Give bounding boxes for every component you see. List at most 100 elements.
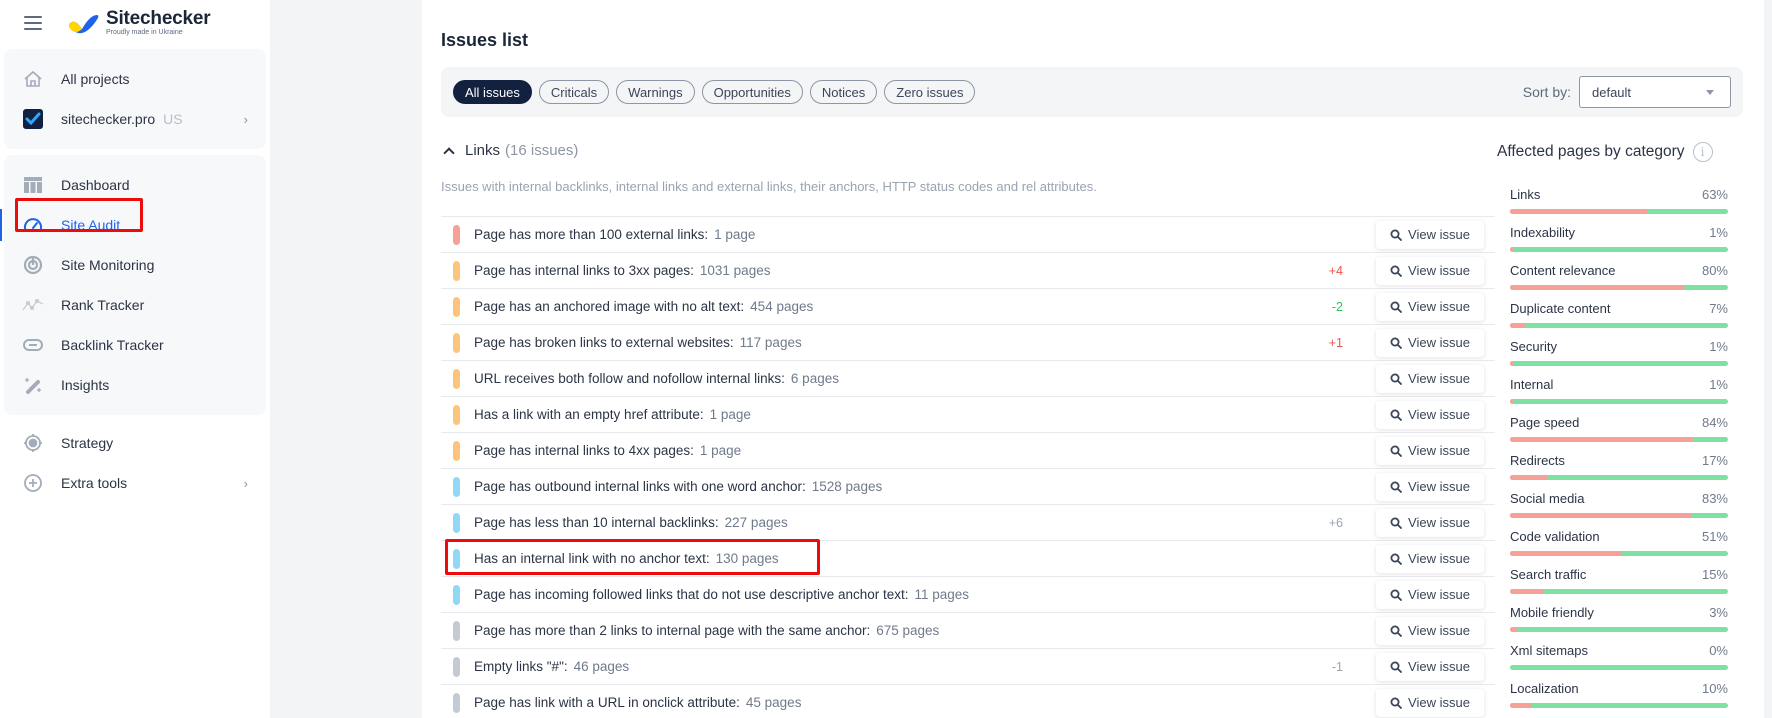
category-progress-fill bbox=[1510, 513, 1691, 518]
issue-title: Page has an anchored image with no alt t… bbox=[474, 299, 745, 314]
issues-panel: Issues list All issues Criticals Warnings O… bbox=[422, 0, 1764, 718]
view-issue-button[interactable]: View issue bbox=[1376, 436, 1484, 465]
category-progress-bar bbox=[1510, 361, 1728, 366]
category-item: Internal 1% bbox=[1510, 377, 1728, 415]
view-issue-button[interactable]: View issue bbox=[1376, 544, 1484, 573]
category-item: Search traffic 15% bbox=[1510, 567, 1728, 605]
issue-row[interactable]: Page has less than 10 internal backlinks… bbox=[441, 505, 1495, 541]
view-issue-button[interactable]: View issue bbox=[1376, 616, 1484, 645]
view-issue-button[interactable]: View issue bbox=[1376, 400, 1484, 429]
view-issue-label: View issue bbox=[1408, 587, 1470, 602]
issue-row[interactable]: Page has outbound internal links with on… bbox=[441, 469, 1495, 505]
issue-title: Page has broken links to external websit… bbox=[474, 335, 734, 350]
filter-chip-warnings[interactable]: Warnings bbox=[616, 80, 695, 104]
view-issue-button[interactable]: View issue bbox=[1376, 364, 1484, 393]
view-issue-button[interactable]: View issue bbox=[1376, 652, 1484, 681]
view-issue-button[interactable]: View issue bbox=[1376, 292, 1484, 321]
issue-row[interactable]: Page has more than 100 external links: 1 … bbox=[441, 217, 1495, 253]
filter-chip-opportunities[interactable]: Opportunities bbox=[701, 80, 803, 104]
category-progress-bar bbox=[1510, 437, 1728, 442]
category-percent: 80% bbox=[1701, 263, 1728, 278]
sidebar: Sitechecker Proudly made in Ukraine All … bbox=[0, 0, 270, 718]
section-toggle-links[interactable]: Links (16 issues) bbox=[443, 142, 579, 159]
sort-select[interactable]: default bbox=[1579, 76, 1731, 108]
issue-row[interactable]: Page has incoming followed links that do… bbox=[441, 577, 1495, 613]
sidebar-item-site-monitoring[interactable]: Site Monitoring bbox=[4, 245, 266, 285]
category-item: Content relevance 80% bbox=[1510, 263, 1728, 301]
sidebar-item-extra-tools[interactable]: Extra tools › bbox=[0, 463, 270, 503]
issue-page-count: 46 pages bbox=[573, 659, 630, 674]
sidebar-item-rank-tracker[interactable]: Rank Tracker bbox=[4, 285, 266, 325]
view-issue-button[interactable]: View issue bbox=[1376, 580, 1484, 609]
sidebar-item-insights[interactable]: Insights bbox=[4, 365, 266, 405]
issue-title: Page has internal links to 3xx pages: bbox=[474, 263, 694, 278]
category-progress-fill bbox=[1510, 247, 1514, 252]
issue-row[interactable]: Page has more than 2 links to internal p… bbox=[441, 613, 1495, 649]
issue-row[interactable]: Page has internal links to 4xx pages: 1 p… bbox=[441, 433, 1495, 469]
issue-delta: +6 bbox=[1328, 515, 1343, 530]
dashboard-icon bbox=[22, 174, 44, 196]
category-item: Page speed 84% bbox=[1510, 415, 1728, 453]
view-issue-button[interactable]: View issue bbox=[1376, 220, 1484, 249]
issue-row[interactable]: Empty links "#": 46 pages -1 View issue bbox=[441, 649, 1495, 685]
issues-list: Page has more than 100 external links: 1 … bbox=[441, 216, 1495, 718]
view-issue-button[interactable]: View issue bbox=[1376, 256, 1484, 285]
sidebar-item-strategy[interactable]: Strategy bbox=[0, 423, 270, 463]
issue-title: Has a link with an empty href attribute: bbox=[474, 407, 704, 422]
view-issue-label: View issue bbox=[1408, 551, 1470, 566]
sidebar-item-site-audit[interactable]: Site Audit bbox=[0, 205, 266, 245]
section-count: (16 issues) bbox=[505, 142, 579, 159]
issue-row[interactable]: Page has an anchored image with no alt t… bbox=[441, 289, 1495, 325]
filter-chip-criticals[interactable]: Criticals bbox=[538, 80, 610, 104]
category-percent: 10% bbox=[1701, 681, 1728, 696]
issue-row[interactable]: URL receives both follow and nofollow in… bbox=[441, 361, 1495, 397]
view-issue-button[interactable]: View issue bbox=[1376, 328, 1484, 357]
sidebar-item-label: Dashboard bbox=[61, 177, 130, 193]
category-name: Security bbox=[1510, 339, 1557, 354]
category-percent: 7% bbox=[1709, 301, 1728, 316]
category-name: Mobile friendly bbox=[1510, 605, 1594, 620]
view-issue-button[interactable]: View issue bbox=[1376, 472, 1484, 501]
issue-page-count: 130 pages bbox=[715, 551, 779, 566]
sidebar-item-all-projects[interactable]: All projects bbox=[4, 59, 266, 99]
brand-name: Sitechecker bbox=[106, 8, 211, 29]
category-percent: 1% bbox=[1709, 225, 1728, 240]
category-name: Code validation bbox=[1510, 529, 1600, 544]
sidebar-item-backlink-tracker[interactable]: Backlink Tracker bbox=[4, 325, 266, 365]
issue-page-count: 1031 pages bbox=[699, 263, 771, 278]
logo[interactable]: Sitechecker Proudly made in Ukraine bbox=[66, 8, 211, 37]
category-progress-fill bbox=[1510, 551, 1622, 556]
filter-chip-all-issues[interactable]: All issues bbox=[453, 80, 532, 104]
issue-delta: -2 bbox=[1331, 299, 1343, 314]
category-progress-bar bbox=[1510, 209, 1728, 214]
issue-row[interactable]: Has an internal link with no anchor text… bbox=[441, 541, 1495, 577]
search-icon bbox=[1390, 661, 1402, 673]
category-percent: 0% bbox=[1709, 643, 1728, 658]
nav-lower-group: Strategy Extra tools › bbox=[0, 415, 270, 503]
issue-page-count: 117 pages bbox=[739, 335, 802, 350]
view-issue-button[interactable]: View issue bbox=[1376, 508, 1484, 537]
search-icon bbox=[1390, 301, 1402, 313]
plus-circle-icon bbox=[22, 472, 44, 494]
hamburger-menu-icon[interactable] bbox=[24, 16, 42, 30]
view-issue-button[interactable]: View issue bbox=[1376, 688, 1484, 717]
category-progress-fill bbox=[1510, 475, 1548, 480]
category-percent: 1% bbox=[1709, 377, 1728, 392]
issue-row[interactable]: Has a link with an empty href attribute:… bbox=[441, 397, 1495, 433]
sidebar-item-dashboard[interactable]: Dashboard bbox=[4, 165, 266, 205]
filter-chip-notices[interactable]: Notices bbox=[809, 80, 878, 104]
issue-page-count: 1528 pages bbox=[811, 479, 883, 494]
issue-row[interactable]: Page has link with a URL in onclick attr… bbox=[441, 685, 1495, 718]
category-progress-bar bbox=[1510, 475, 1728, 480]
issue-row[interactable]: Page has internal links to 3xx pages: 103… bbox=[441, 253, 1495, 289]
info-icon[interactable]: i bbox=[1692, 142, 1713, 162]
rank-chart-icon bbox=[22, 294, 44, 316]
filter-chip-zero-issues[interactable]: Zero issues bbox=[884, 80, 976, 104]
issue-row[interactable]: Page has broken links to external websit… bbox=[441, 325, 1495, 361]
category-progress-fill bbox=[1510, 437, 1694, 442]
view-issue-label: View issue bbox=[1408, 227, 1470, 242]
sidebar-item-project[interactable]: sitechecker.pro US › bbox=[4, 99, 266, 139]
sidebar-header: Sitechecker Proudly made in Ukraine bbox=[0, 0, 270, 46]
chevron-right-icon: › bbox=[243, 111, 248, 127]
issue-title: Page has internal links to 4xx pages: bbox=[474, 443, 694, 458]
